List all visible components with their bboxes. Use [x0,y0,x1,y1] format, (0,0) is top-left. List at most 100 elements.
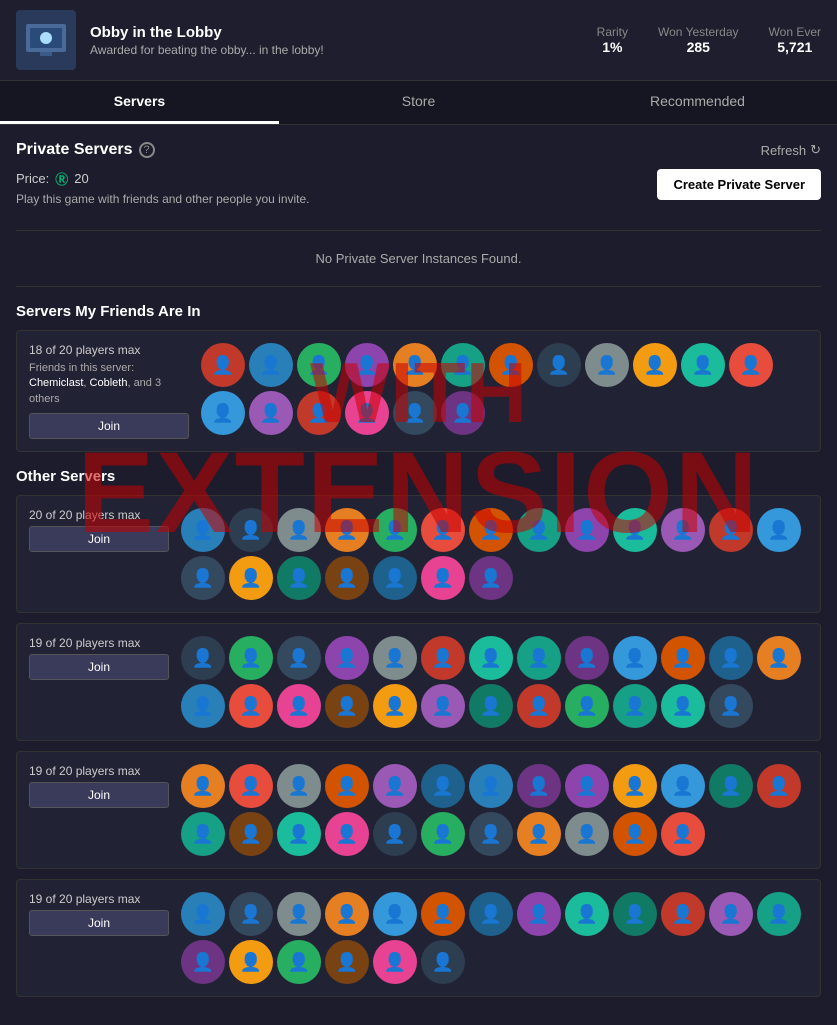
avatar: 👤 [441,343,485,387]
avatar: 👤 [757,636,801,680]
avatar: 👤 [729,343,773,387]
price-value: 20 [74,171,88,186]
avatar: 👤 [373,684,417,728]
avatar: 👤 [661,684,705,728]
avatar: 👤 [441,391,485,435]
other-server-1-info: 20 of 20 players max Join [29,508,169,552]
friends-section: Servers My Friends Are In 18 of 20 playe… [16,303,821,452]
avatar: 👤 [613,636,657,680]
avatar: 👤 [325,940,369,984]
avatar: 👤 [325,556,369,600]
avatar: 👤 [181,812,225,856]
avatar: 👤 [565,812,609,856]
help-icon[interactable]: ? [139,142,155,158]
avatar: 👤 [613,892,657,936]
robux-icon: Ⓡ [55,169,68,188]
friends-player-count: 18 of 20 players max [29,343,189,357]
price-line: Price: Ⓡ 20 [16,169,310,188]
other-server-3-count: 19 of 20 players max [29,764,169,778]
refresh-button[interactable]: Refresh ↻ [761,142,821,158]
won-yesterday-stat: Won Yesterday 285 [658,25,739,55]
avatar: 👤 [277,556,321,600]
won-ever-value: 5,721 [769,39,821,55]
no-instances-message: No Private Server Instances Found. [16,230,821,287]
other-server-3-avatars: 👤 👤 👤 👤 👤 👤 👤 👤 👤 👤 👤 👤 👤 👤 👤 👤 👤 👤 👤 [181,764,808,856]
avatar: 👤 [469,556,513,600]
avatar: 👤 [585,343,629,387]
avatar: 👤 [421,812,465,856]
other-server-4-info: 19 of 20 players max Join [29,892,169,936]
avatar: 👤 [277,812,321,856]
avatar: 👤 [277,764,321,808]
avatar: 👤 [613,764,657,808]
tab-recommended[interactable]: Recommended [558,81,837,124]
top-badge-area: Obby in the Lobby Awarded for beating th… [0,0,837,81]
avatar: 👤 [757,764,801,808]
avatar: 👤 [517,636,561,680]
rarity-stat: Rarity 1% [597,25,628,55]
friends-server-avatars: 👤 👤 👤 👤 👤 👤 👤 👤 👤 👤 👤 👤 👤 👤 👤 👤 👤 👤 [201,343,808,435]
friends-server-join-button[interactable]: Join [29,413,189,439]
avatar: 👤 [277,636,321,680]
avatar: 👤 [421,684,465,728]
avatar: 👤 [565,764,609,808]
tab-store[interactable]: Store [279,81,558,124]
avatar: 👤 [229,556,273,600]
main-content: Private Servers ? Refresh ↻ Price: Ⓡ 20 … [0,125,837,1025]
avatar: 👤 [681,343,725,387]
avatar: 👤 [229,812,273,856]
other-server-card-2: 19 of 20 players max Join 👤 👤 👤 👤 👤 👤 👤 … [16,623,821,741]
friends-server-card: 18 of 20 players max Friends in this ser… [16,330,821,452]
avatar: 👤 [181,556,225,600]
avatar: 👤 [517,684,561,728]
tab-servers[interactable]: Servers [0,81,279,124]
won-ever-label: Won Ever [769,25,821,39]
other-server-2-count: 19 of 20 players max [29,636,169,650]
rarity-label: Rarity [597,25,628,39]
avatar: 👤 [421,892,465,936]
other-server-1-count: 20 of 20 players max [29,508,169,522]
other-server-1-join-button[interactable]: Join [29,526,169,552]
avatar: 👤 [565,508,609,552]
avatar: 👤 [469,892,513,936]
other-server-card-1: 20 of 20 players max Join 👤 👤 👤 👤 👤 👤 👤 … [16,495,821,613]
avatar: 👤 [565,636,609,680]
avatar: 👤 [565,684,609,728]
other-server-4-join-button[interactable]: Join [29,910,169,936]
other-servers-title: Other Servers [16,468,821,485]
avatar: 👤 [565,892,609,936]
avatar: 👤 [537,343,581,387]
avatar: 👤 [229,764,273,808]
avatar: 👤 [325,892,369,936]
avatar: 👤 [661,636,705,680]
other-server-2-avatars: 👤 👤 👤 👤 👤 👤 👤 👤 👤 👤 👤 👤 👤 👤 👤 👤 👤 👤 👤 [181,636,808,728]
avatar: 👤 [469,812,513,856]
other-server-3-info: 19 of 20 players max Join [29,764,169,808]
avatar: 👤 [373,764,417,808]
avatar: 👤 [661,764,705,808]
badge-icon [16,10,76,70]
other-server-3-join-button[interactable]: Join [29,782,169,808]
avatar: 👤 [469,764,513,808]
avatar: 👤 [201,391,245,435]
avatar: 👤 [181,940,225,984]
avatar: 👤 [181,508,225,552]
avatar: 👤 [613,812,657,856]
avatar: 👤 [421,764,465,808]
other-server-card-3: 19 of 20 players max Join 👤 👤 👤 👤 👤 👤 👤 … [16,751,821,869]
avatar: 👤 [757,892,801,936]
refresh-icon: ↻ [810,142,821,158]
avatar: 👤 [229,636,273,680]
avatar: 👤 [229,892,273,936]
avatar: 👤 [277,940,321,984]
avatar: 👤 [181,684,225,728]
create-private-server-button[interactable]: Create Private Server [657,169,821,200]
rarity-value: 1% [597,39,628,55]
avatar: 👤 [325,764,369,808]
avatar: 👤 [249,343,293,387]
other-server-2-join-button[interactable]: Join [29,654,169,680]
avatar: 👤 [373,556,417,600]
avatar: 👤 [297,391,341,435]
other-server-4-avatars: 👤 👤 👤 👤 👤 👤 👤 👤 👤 👤 👤 👤 👤 👤 👤 👤 👤 👤 👤 [181,892,808,984]
avatar: 👤 [277,892,321,936]
